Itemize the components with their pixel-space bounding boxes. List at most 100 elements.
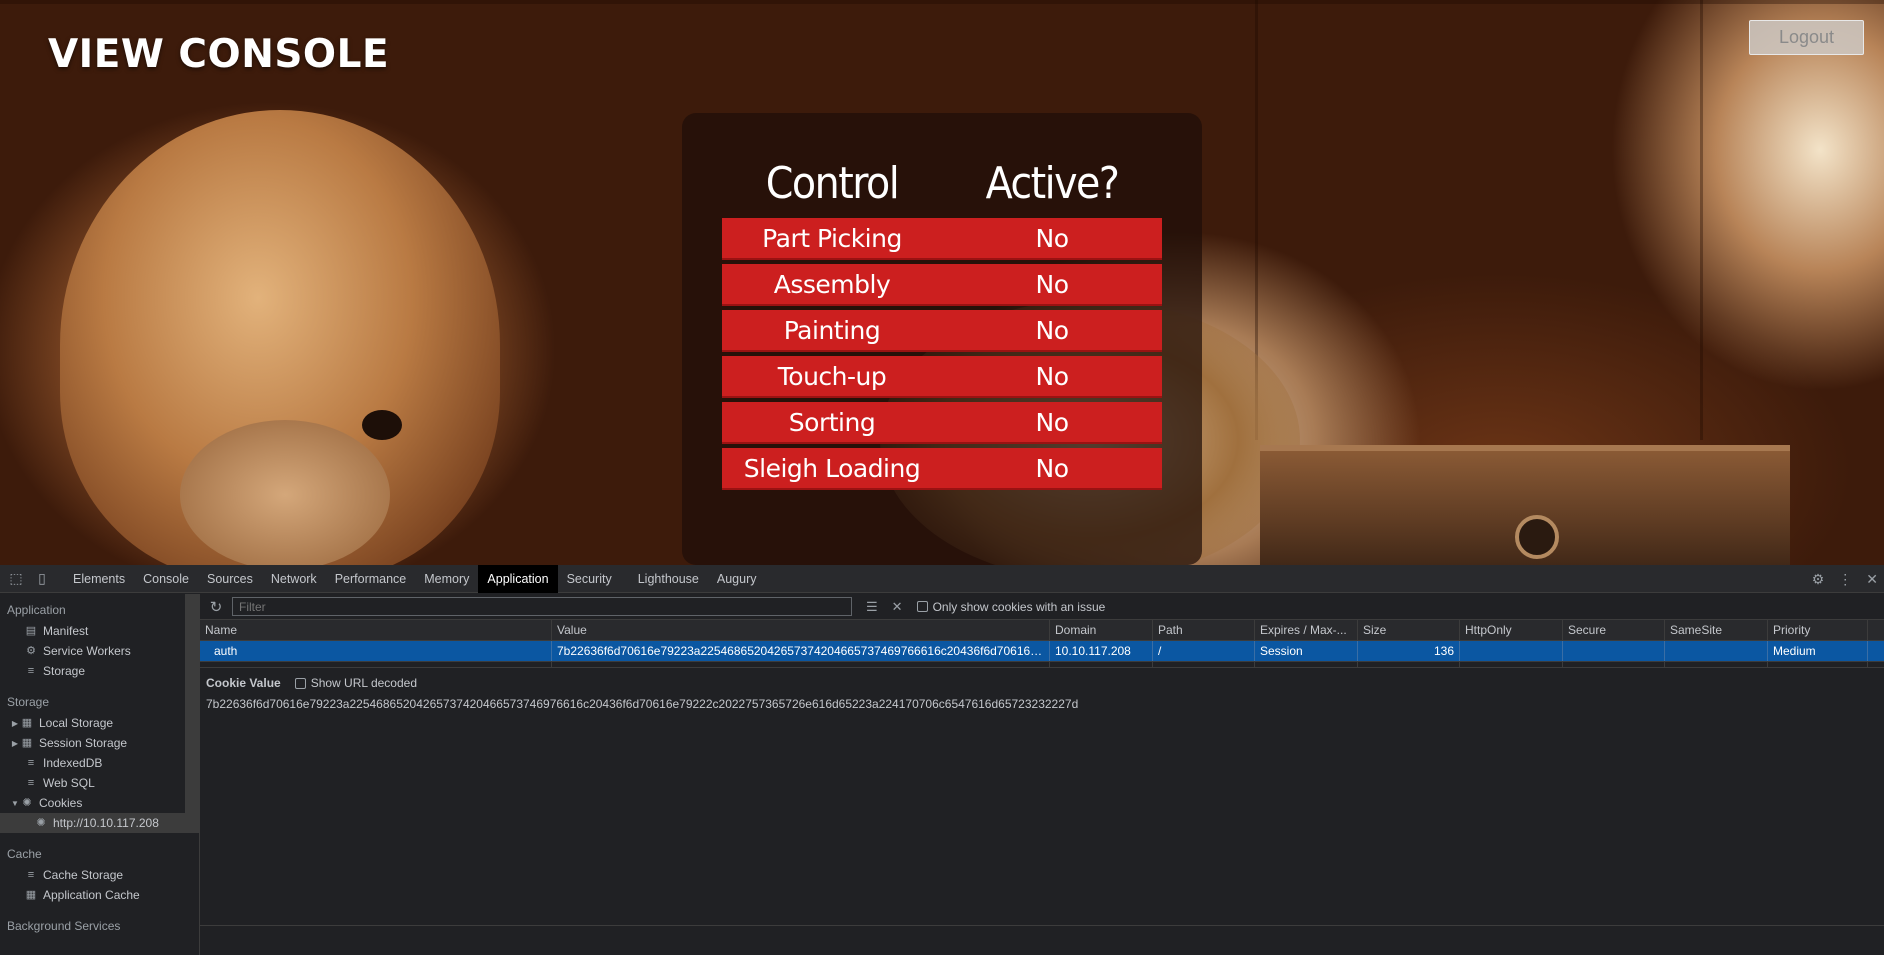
empty-cell [1153,662,1255,667]
delete-selected-icon[interactable]: ✕ [892,599,903,615]
sidebar-item-label: http://10.10.117.208 [53,816,159,830]
tab-application[interactable]: Application [478,564,558,593]
sidebar-item-local-storage[interactable]: ▶ ▦ Local Storage [0,713,199,733]
gear-icon[interactable]: ⚙ [1812,571,1825,588]
empty-cell [1255,662,1358,667]
tab-security[interactable]: Security [558,565,621,593]
background-plank [0,0,1884,4]
show-url-decoded-checkbox[interactable]: Show URL decoded [294,676,417,690]
tab-console[interactable]: Console [134,565,198,593]
cookie-expires[interactable]: Session [1255,641,1358,661]
cookie-value-header: Cookie Value Show URL decoded [200,672,1884,694]
cookie-value-title: Cookie Value [206,676,281,690]
sidebar-item-label: Cache Storage [43,868,124,882]
control-table-body: Part Picking No Assembly No Painting No … [722,218,1162,494]
column-header-secure[interactable]: Secure [1563,620,1665,640]
column-header-httponly[interactable]: HttpOnly [1460,620,1563,640]
cookie-httponly[interactable] [1460,641,1563,661]
cookie-name[interactable]: auth [200,641,552,661]
cookie-path[interactable]: / [1153,641,1255,661]
table-row: Part Picking No [722,218,1162,260]
column-header-domain[interactable]: Domain [1050,620,1153,640]
tab-performance[interactable]: Performance [326,565,416,593]
table-row: Sleigh Loading No [722,448,1162,490]
cookies-toolbar: ↻ ☰ ✕ Only show cookies with an issue [200,594,1884,620]
column-header-path[interactable]: Path [1153,620,1255,640]
inspect-element-icon[interactable]: ⬚ [6,569,26,589]
sidebar-item-service-workers[interactable]: ⚙ Service Workers [0,641,199,661]
cookie-domain[interactable]: 10.10.117.208 [1050,641,1153,661]
column-header-priority[interactable]: Priority [1768,620,1868,640]
sidebar-scrollbar[interactable] [185,594,199,825]
grid-icon: ▦ [21,717,33,729]
column-header-expires[interactable]: Expires / Max-... [1255,620,1358,640]
sidebar-item-web-sql[interactable]: ≡ Web SQL [0,773,199,793]
sidebar-item-indexeddb[interactable]: ≡ IndexedDB [0,753,199,773]
control-active: No [1035,223,1070,253]
cookie-samesite[interactable] [1665,641,1768,661]
clear-filtered-icon[interactable]: ☰ [866,599,878,615]
sidebar-item-label: Session Storage [39,736,128,750]
control-name: Sorting [788,407,876,437]
sidebar-item-manifest[interactable]: ▤ Manifest [0,621,199,641]
empty-cell [1358,662,1460,667]
cookie-value-text[interactable]: 7b22636f6d70616e79223a225468652042657374… [200,694,1884,714]
control-active: No [1035,315,1070,345]
logout-button[interactable]: Logout [1749,20,1864,55]
checkbox-box[interactable] [916,601,928,612]
checkbox-box[interactable] [294,677,306,689]
cookie-value[interactable]: 7b22636f6d70616e79223a225468652042657374… [552,641,1050,661]
device-toolbar-icon[interactable]: ▯ [32,569,52,589]
control-active: No [1035,269,1070,299]
refresh-icon[interactable]: ↻ [204,598,228,616]
tab-augury[interactable]: Augury [708,565,766,593]
sidebar-item-label: Service Workers [43,644,131,658]
devtools-panel: ⬚ ▯ Elements Console Sources Network Per… [0,564,1884,955]
kebab-menu-icon[interactable]: ⋮ [1838,571,1852,588]
divider [200,925,1884,926]
table-row[interactable]: auth 7b22636f6d70616e79223a2254686520426… [200,641,1884,662]
only-issue-checkbox[interactable]: Only show cookies with an issue [916,599,1106,614]
column-header-value[interactable]: Value [552,620,1050,640]
collapse-arrow-icon[interactable]: ▼ [10,799,20,808]
expand-arrow-icon[interactable]: ▶ [10,719,20,728]
tab-memory[interactable]: Memory [415,565,478,593]
sidebar-item-cookie-origin[interactable]: ✺ http://10.10.117.208 [0,813,199,833]
control-active: No [1035,407,1070,437]
cookie-icon: ✺ [36,817,46,829]
tab-sources[interactable]: Sources [198,565,262,593]
only-issue-label: Only show cookies with an issue [932,599,1106,614]
cookie-icon: ✺ [22,797,32,809]
teddy-bear-nose [362,410,402,440]
column-header-name[interactable]: Name [200,620,552,640]
sidebar-item-session-storage[interactable]: ▶ ▦ Session Storage [0,733,199,753]
sidebar-item-label: Application Cache [43,888,140,902]
application-sidebar: Application ▤ Manifest ⚙ Service Workers… [0,594,200,955]
gear-icon: ⚙ [26,645,36,657]
cookie-priority[interactable]: Medium [1768,641,1868,661]
empty-cell [1768,662,1868,667]
tab-elements[interactable]: Elements [64,565,134,593]
sidebar-item-storage[interactable]: ≡ Storage [0,661,199,681]
empty-cell [552,662,1050,667]
sidebar-section-title: Cache [7,847,42,861]
tab-lighthouse[interactable]: Lighthouse [629,565,708,593]
file-icon: ▤ [25,625,37,637]
chest-lock [1515,515,1559,559]
sidebar-item-cookies[interactable]: ▼ ✺ Cookies [0,793,199,813]
filter-input[interactable] [232,597,852,616]
sidebar-section-title: Storage [7,695,50,709]
expand-arrow-icon[interactable]: ▶ [10,739,20,748]
close-icon[interactable]: ✕ [1866,571,1878,588]
database-icon: ≡ [27,777,35,789]
column-header-samesite[interactable]: SameSite [1665,620,1768,640]
sidebar-item-cache-storage[interactable]: ≡ Cache Storage [0,865,199,885]
cookie-size[interactable]: 136 [1358,641,1460,661]
table-row: Assembly No [722,264,1162,306]
tab-network[interactable]: Network [262,565,326,593]
sidebar-item-application-cache[interactable]: ▦ Application Cache [0,885,199,905]
column-header-size[interactable]: Size [1358,620,1460,640]
cookie-secure[interactable] [1563,641,1665,661]
sidebar-item-label: Web SQL [43,776,95,790]
devtools-tab-bar: ⬚ ▯ Elements Console Sources Network Per… [0,564,1884,593]
